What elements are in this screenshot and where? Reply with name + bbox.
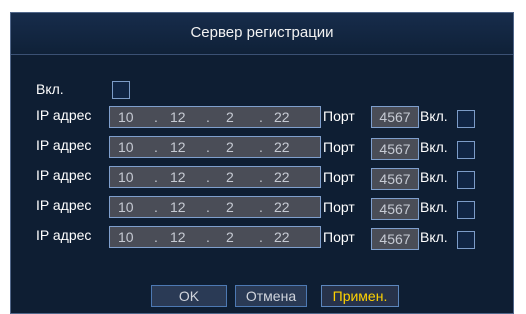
ip-octet-2: 12 xyxy=(170,229,186,245)
ip-octet-2: 12 xyxy=(170,139,186,155)
ip-separator: . xyxy=(259,199,263,215)
ip-separator: . xyxy=(206,229,210,245)
ip-octet-4: 22 xyxy=(274,229,290,245)
ip-address-label: IP адрес xyxy=(36,197,92,213)
ip-separator: . xyxy=(154,109,158,125)
port-label: Порт xyxy=(323,199,355,215)
ip-octet-1: 10 xyxy=(118,199,134,215)
ip-separator: . xyxy=(154,199,158,215)
ip-octet-1: 10 xyxy=(118,139,134,155)
port-field[interactable]: 4567 xyxy=(371,168,419,190)
ip-octet-1: 10 xyxy=(118,109,134,125)
ip-octet-2: 12 xyxy=(170,199,186,215)
ip-octet-3: 2 xyxy=(226,139,234,155)
ip-separator: . xyxy=(154,169,158,185)
row-enable-checkbox[interactable] xyxy=(457,231,475,249)
enable-checkbox[interactable] xyxy=(112,81,130,99)
enable-label: Вкл. xyxy=(36,81,64,97)
row-enable-checkbox[interactable] xyxy=(457,110,475,128)
ip-address-field[interactable]: 10 . 12 . 2 . 22 xyxy=(109,136,321,158)
ok-button[interactable]: OK xyxy=(151,285,227,307)
row-enable-checkbox[interactable] xyxy=(457,171,475,189)
row-enable-label: Вкл. xyxy=(420,108,448,124)
port-label: Порт xyxy=(323,169,355,185)
port-field[interactable]: 4567 xyxy=(371,198,419,220)
ip-octet-4: 22 xyxy=(274,109,290,125)
ip-address-field[interactable]: 10 . 12 . 2 . 22 xyxy=(109,196,321,218)
ip-octet-4: 22 xyxy=(274,139,290,155)
ip-address-field[interactable]: 10 . 12 . 2 . 22 xyxy=(109,106,321,128)
ip-octet-2: 12 xyxy=(170,109,186,125)
ip-separator: . xyxy=(206,109,210,125)
row-enable-checkbox[interactable] xyxy=(457,201,475,219)
port-field[interactable]: 4567 xyxy=(371,228,419,250)
ip-address-label: IP адрес xyxy=(36,227,92,243)
row-enable-label: Вкл. xyxy=(420,169,448,185)
registration-server-dialog: Сервер регистрации Вкл. IP адрес 10 . 12… xyxy=(10,12,514,314)
ip-address-label: IP адрес xyxy=(36,137,92,153)
row-enable-label: Вкл. xyxy=(420,199,448,215)
ip-address-field[interactable]: 10 . 12 . 2 . 22 xyxy=(109,166,321,188)
ip-separator: . xyxy=(259,139,263,155)
ip-octet-3: 2 xyxy=(226,109,234,125)
ip-octet-3: 2 xyxy=(226,169,234,185)
ip-address-label: IP адрес xyxy=(36,167,92,183)
port-label: Порт xyxy=(323,108,355,124)
dialog-title: Сервер регистрации xyxy=(11,13,513,55)
ip-octet-4: 22 xyxy=(274,169,290,185)
port-label: Порт xyxy=(323,139,355,155)
ip-separator: . xyxy=(206,169,210,185)
ip-separator: . xyxy=(206,139,210,155)
ip-octet-3: 2 xyxy=(226,229,234,245)
ip-octet-1: 10 xyxy=(118,169,134,185)
cancel-button[interactable]: Отмена xyxy=(235,285,307,307)
ip-octet-2: 12 xyxy=(170,169,186,185)
ip-octet-4: 22 xyxy=(274,199,290,215)
port-field[interactable]: 4567 xyxy=(371,106,419,128)
port-field[interactable]: 4567 xyxy=(371,138,419,160)
port-label: Порт xyxy=(323,229,355,245)
ip-separator: . xyxy=(154,229,158,245)
ip-separator: . xyxy=(154,139,158,155)
ip-address-field[interactable]: 10 . 12 . 2 . 22 xyxy=(109,226,321,248)
ip-separator: . xyxy=(259,229,263,245)
ip-octet-1: 10 xyxy=(118,229,134,245)
row-enable-label: Вкл. xyxy=(420,229,448,245)
ip-separator: . xyxy=(259,109,263,125)
ip-address-label: IP адрес xyxy=(36,107,92,123)
row-enable-label: Вкл. xyxy=(420,139,448,155)
ip-separator: . xyxy=(206,199,210,215)
row-enable-checkbox[interactable] xyxy=(457,141,475,159)
apply-button[interactable]: Примен. xyxy=(321,285,399,307)
ip-octet-3: 2 xyxy=(226,199,234,215)
ip-separator: . xyxy=(259,169,263,185)
